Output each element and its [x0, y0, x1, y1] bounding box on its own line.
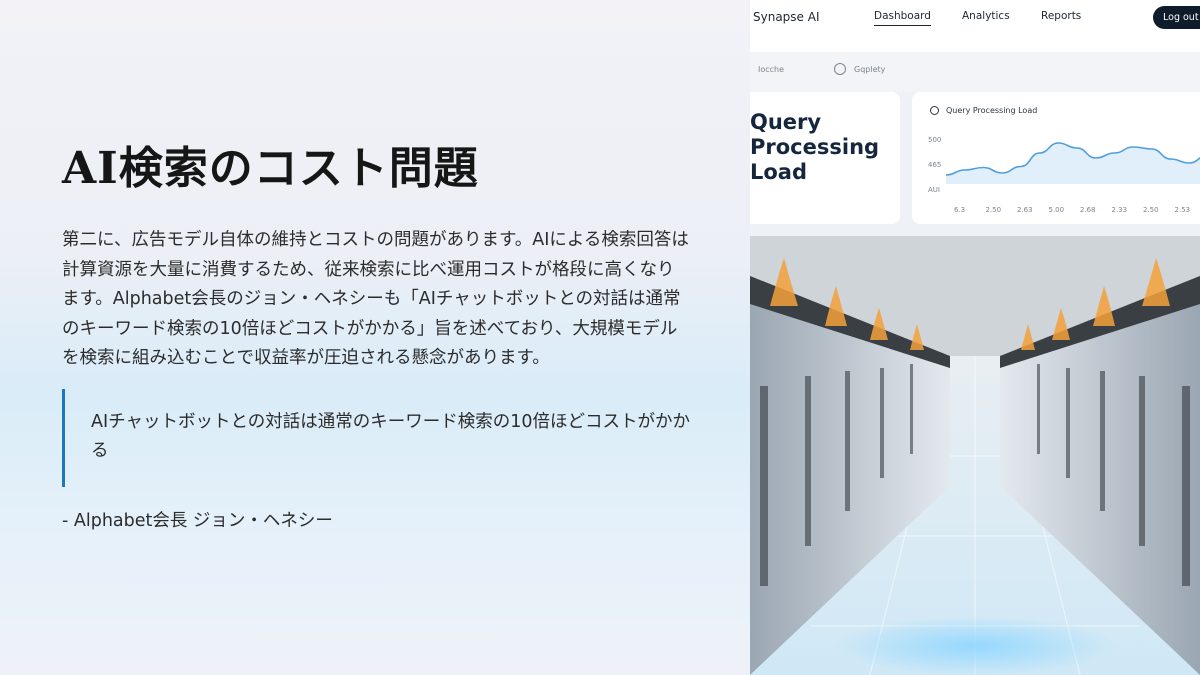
dashboard-subnav: Iocche Gqplety [750, 52, 1200, 92]
y-tick-label: AUI [928, 186, 940, 194]
slide-paragraph: 第二に、広告モデル自体の維持とコストの問題があります。AIによる検索回答は計算資… [62, 230, 689, 368]
blockquote: AIチャットボットとの対話は通常のキーワード検索の10倍ほどコストがかかる [62, 389, 705, 487]
x-tick-label: 2.53 [1175, 206, 1191, 214]
server-room-image [750, 236, 1200, 675]
logout-button[interactable]: Log out [1153, 6, 1200, 29]
brand-name: Synapse AI [753, 10, 820, 24]
slide-text-panel: AI検索のコスト問題 第二に、広告モデル自体の維持とコストの問題があります。AI… [0, 0, 750, 675]
x-tick-label: 2.50 [986, 206, 1002, 214]
quote-text: AIチャットボットとの対話は通常のキーワード検索の10倍ほどコストがかかる [91, 412, 691, 461]
x-tick-label: 5.00 [1049, 206, 1065, 214]
series-area [946, 143, 1200, 184]
quote-attribution: - Alphabet会長 ジョン・ヘネシー [62, 511, 333, 531]
dashboard-image-panel: Synapse AI Dashboard Analytics Reports L… [750, 0, 1200, 675]
nav-reports[interactable]: Reports [1041, 10, 1081, 22]
subnav-item-2[interactable]: Gqplety [854, 65, 885, 74]
x-tick-label: 2.50 [1143, 206, 1159, 214]
slide-title: AI検索のコスト問題 [62, 143, 479, 194]
line-chart: 500 465 AUI 6.3 2.50 2.63 5.00 2.68 2.33 2.50 2.53… [928, 136, 1200, 214]
nav-analytics[interactable]: Analytics [962, 10, 1010, 22]
subnav-item-1[interactable]: Iocche [758, 65, 784, 74]
x-tick-label: 6.3 [954, 206, 965, 214]
x-tick-label: 2.63 [1017, 206, 1033, 214]
card-heading: Query Processing Load [750, 110, 880, 184]
x-tick-label: 2.68 [1080, 206, 1096, 214]
chart-card: Query Processing Load 500 465 AUI 6.3 2.50 2.… [912, 92, 1200, 224]
query-load-card: Query Processing Load [750, 92, 900, 224]
y-tick-label: 465 [928, 161, 941, 169]
x-tick-label: 2.33 [1112, 206, 1128, 214]
dashboard-topbar: Synapse AI Dashboard Analytics Reports L… [750, 0, 1200, 52]
refresh-icon [834, 63, 846, 75]
nav-dashboard[interactable]: Dashboard [874, 10, 931, 26]
y-tick-label: 500 [928, 136, 941, 144]
